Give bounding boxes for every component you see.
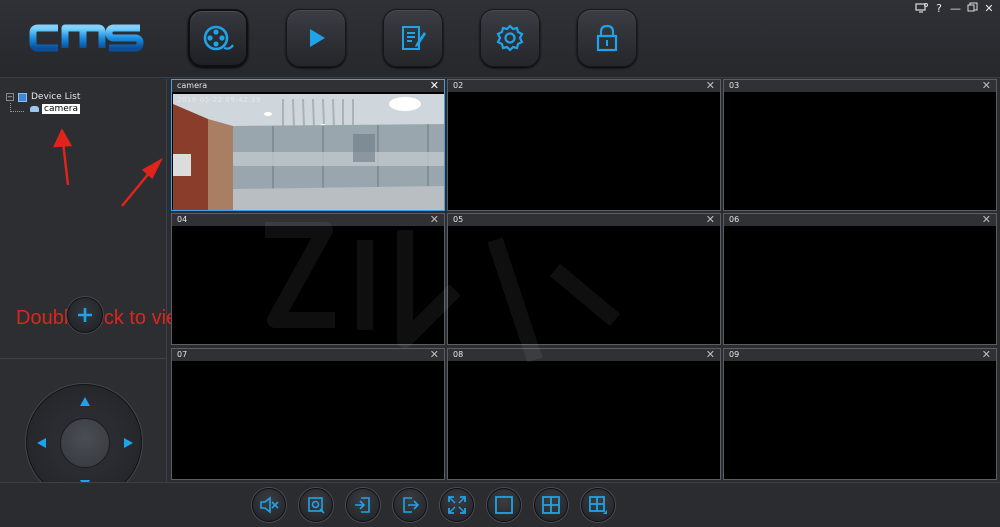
tile-close-button[interactable]: ✕ xyxy=(430,214,439,226)
tile-close-button[interactable]: ✕ xyxy=(706,214,715,226)
video-tile-6[interactable]: 06 ✕ xyxy=(723,213,997,345)
video-grid: camera ✕ 2018-05-22 09:42:39 02 ✕ 03 ✕ 0… xyxy=(170,79,1000,481)
annotation-arrows xyxy=(52,128,163,207)
restore-icon[interactable] xyxy=(967,2,978,13)
minimize-button[interactable]: — xyxy=(950,2,961,15)
tile-header: 02 ✕ xyxy=(448,80,720,93)
film-reel-icon xyxy=(203,25,234,51)
nav-lock-button[interactable] xyxy=(577,9,637,67)
snapshot-icon xyxy=(308,497,325,514)
tile-close-button[interactable]: ✕ xyxy=(706,349,715,361)
tile-header: camera ✕ xyxy=(172,80,444,93)
layout-quad-icon xyxy=(542,496,560,514)
tile-close-button[interactable]: ✕ xyxy=(706,80,715,92)
tile-label: 09 xyxy=(729,350,740,359)
tile-label: 07 xyxy=(177,350,188,359)
tile-label: 02 xyxy=(453,81,464,90)
camera-scene xyxy=(173,94,444,210)
video-osd-timestamp: 2018-05-22 09:42:39 xyxy=(177,96,261,104)
tile-header: 07 ✕ xyxy=(172,349,444,362)
tile-label: 03 xyxy=(729,81,740,90)
export-button[interactable] xyxy=(393,488,427,522)
help-button[interactable]: ? xyxy=(934,2,944,15)
tile-header: 05 ✕ xyxy=(448,214,720,227)
video-tile-3[interactable]: 03 ✕ xyxy=(723,79,997,211)
tile-header: 03 ✕ xyxy=(724,80,996,93)
tile-close-button[interactable]: ✕ xyxy=(430,349,439,361)
video-tile-7[interactable]: 07 ✕ xyxy=(171,348,445,480)
play-icon xyxy=(310,29,325,47)
padlock-icon xyxy=(596,24,618,52)
layout-quad-button[interactable] xyxy=(534,488,568,522)
arrow-up-annotation-icon xyxy=(52,128,73,148)
notepad-pen-icon xyxy=(402,26,426,50)
speaker-mute-icon xyxy=(260,496,279,514)
layout-single-icon xyxy=(495,496,513,514)
fullscreen-button[interactable] xyxy=(440,488,474,522)
tile-header: 04 ✕ xyxy=(172,214,444,227)
bottom-toolbar xyxy=(0,482,1000,527)
tile-label: camera xyxy=(177,81,208,90)
ptz-right-icon[interactable] xyxy=(124,438,133,448)
video-tile-4[interactable]: 04 ✕ xyxy=(171,213,445,345)
top-header: ? — ✕ xyxy=(0,0,1000,78)
tile-close-button[interactable]: ✕ xyxy=(982,349,991,361)
add-device-button[interactable] xyxy=(67,297,103,333)
tile-label: 06 xyxy=(729,215,740,224)
nav-log-button[interactable] xyxy=(383,9,443,67)
ptz-left-icon[interactable] xyxy=(37,438,46,448)
video-tile-2[interactable]: 02 ✕ xyxy=(447,79,721,211)
tile-close-button[interactable]: ✕ xyxy=(982,80,991,92)
layout-custom-button[interactable] xyxy=(581,488,615,522)
snapshot-button[interactable] xyxy=(299,488,333,522)
ptz-up-icon[interactable] xyxy=(80,397,90,406)
cms-logo xyxy=(29,24,144,52)
import-button[interactable] xyxy=(346,488,380,522)
plus-icon xyxy=(78,308,92,322)
video-tile-1[interactable]: camera ✕ 2018-05-22 09:42:39 xyxy=(171,79,445,211)
export-icon xyxy=(403,497,420,513)
close-window-button[interactable]: ✕ xyxy=(984,2,994,15)
tile-label: 08 xyxy=(453,350,464,359)
annotation-text: Double click to view xyxy=(16,307,192,329)
window-controls: ? — ✕ xyxy=(915,2,994,15)
fullscreen-icon xyxy=(448,496,466,514)
camera-video-feed[interactable]: 2018-05-22 09:42:39 xyxy=(173,94,444,210)
monitor-settings-icon[interactable] xyxy=(915,2,928,14)
tile-header: 06 ✕ xyxy=(724,214,996,227)
nav-settings-button[interactable] xyxy=(480,9,540,67)
tile-header: 09 ✕ xyxy=(724,349,996,362)
nav-playback-button[interactable] xyxy=(286,9,346,67)
tile-header: 08 ✕ xyxy=(448,349,720,362)
tile-close-button[interactable]: ✕ xyxy=(982,214,991,226)
tile-close-button[interactable]: ✕ xyxy=(430,80,439,92)
video-tile-5[interactable]: 05 ✕ xyxy=(447,213,721,345)
video-tile-9[interactable]: 09 ✕ xyxy=(723,348,997,480)
mute-button[interactable] xyxy=(252,488,286,522)
import-icon xyxy=(355,497,370,513)
nav-live-view-button[interactable] xyxy=(188,9,248,67)
video-tile-8[interactable]: 08 ✕ xyxy=(447,348,721,480)
ptz-center-button[interactable] xyxy=(60,418,110,468)
tile-label: 05 xyxy=(453,215,464,224)
sidebar: − Device List camera Double click to vie… xyxy=(0,79,192,527)
tile-label: 04 xyxy=(177,215,188,224)
layout-custom-icon xyxy=(589,496,607,514)
sidebar-divider xyxy=(0,358,167,359)
layout-single-button[interactable] xyxy=(487,488,521,522)
gear-icon xyxy=(496,24,524,52)
